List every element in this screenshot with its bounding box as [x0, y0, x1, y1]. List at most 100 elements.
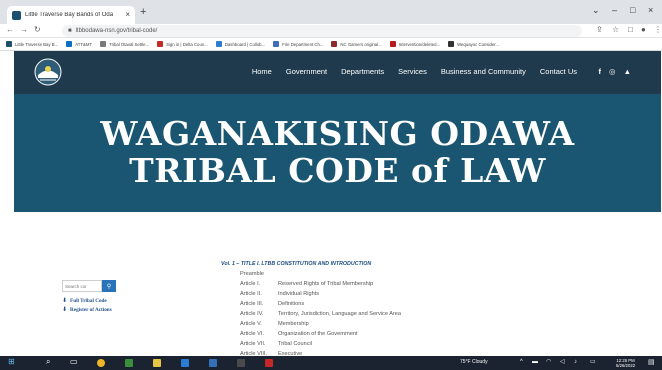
task-view-icon[interactable]: ▭ — [70, 358, 78, 366]
bookmark-favicon-icon — [100, 41, 107, 47]
full-tribal-code-link[interactable]: ⬇ Full Tribal Code — [62, 297, 116, 305]
sidebar: ⚲ ⬇ Full Tribal Code ⬇ Register of Actio… — [62, 280, 116, 313]
bookmark-label: Dashboard | Collob... — [224, 41, 266, 47]
hero-banner: WAGANAKISING ODAWA TRIBAL CODE of LAW — [14, 94, 661, 212]
share-icon[interactable]: ⇪ — [596, 26, 603, 34]
instagram-icon[interactable]: ◎ — [609, 67, 616, 76]
article-number: Article VI. — [240, 331, 264, 337]
article-number: Article V. — [240, 321, 262, 327]
youtube-icon[interactable]: ▲ — [624, 67, 631, 76]
profile-icon[interactable]: ● — [641, 26, 646, 34]
article-item[interactable]: Article VI. Organization of the Governmen… — [240, 331, 401, 337]
bookmark-favicon-icon — [6, 41, 12, 47]
bookmark-star-icon[interactable]: ☆ — [612, 26, 619, 34]
bookmark-favicon-icon — [215, 41, 222, 47]
bookmark-item[interactable]: ATT&MT — [66, 41, 92, 47]
browser-tabstrip: Little Traverse Bay Bands of Oda × + ⌄ –… — [0, 0, 662, 24]
wifi-icon[interactable]: ◠ — [546, 359, 551, 365]
bookmark-label: Wequayoc Consider... — [457, 41, 500, 47]
volume-icon[interactable]: ◁ — [560, 359, 565, 365]
system-clock[interactable]: 12:25 PM 5/26/2022 — [616, 358, 635, 368]
article-item[interactable]: Article I. Reserved Rights of Tribal Memb… — [240, 281, 401, 287]
menu-icon[interactable]: ⋮ — [654, 26, 662, 34]
register-of-actions-link[interactable]: ⬇ Register of Actions — [62, 306, 116, 314]
word-taskbar-icon[interactable] — [181, 359, 189, 367]
bookmark-item[interactable]: Wequayoc Consider... — [448, 41, 499, 47]
article-title: Membership — [278, 321, 309, 327]
app-taskbar-icon[interactable] — [125, 359, 133, 367]
bookmark-item[interactable]: Little Traverse Bay B... — [6, 41, 58, 47]
search-icon[interactable]: ⌕ — [46, 358, 50, 366]
article-title: Definitions — [278, 301, 305, 307]
reload-icon[interactable]: ↻ — [34, 26, 41, 34]
app2-taskbar-icon[interactable] — [237, 359, 245, 367]
maximize-button[interactable]: □ — [630, 6, 635, 15]
bookmark-item[interactable]: Intervention/deleted... — [389, 41, 441, 47]
bookmark-item[interactable]: Fire Department Ch... — [273, 41, 323, 47]
minimize-button[interactable]: – — [612, 6, 617, 15]
menu-item-contact-us[interactable]: Contact Us — [540, 67, 577, 76]
bookmark-item[interactable]: Tribal Otaval Settle... — [100, 41, 149, 47]
search-form: ⚲ — [62, 280, 116, 292]
tribe-logo-icon[interactable] — [34, 58, 62, 86]
forward-icon[interactable]: → — [20, 26, 28, 34]
article-number: Article I. — [240, 281, 261, 287]
network-icon[interactable]: ▬ — [532, 359, 538, 365]
tab-search-icon[interactable]: ⌄ — [592, 6, 600, 15]
file-explorer-icon[interactable] — [153, 359, 161, 367]
browser-tab[interactable]: Little Traverse Bay Bands of Oda × — [7, 6, 135, 24]
close-window-button[interactable]: × — [648, 6, 653, 15]
bookmark-item[interactable]: Sign in | Delta Coun... — [157, 41, 208, 47]
article-number: Article III. — [240, 301, 264, 307]
main-menu: Home Government Departments Services Busines… — [252, 67, 577, 76]
menu-item-home[interactable]: Home — [252, 67, 272, 76]
download-icon: ⬇ — [62, 298, 68, 304]
article-number: Article II. — [240, 291, 262, 297]
back-icon[interactable]: ← — [6, 26, 14, 34]
menu-item-departments[interactable]: Departments — [341, 67, 384, 76]
speaker-icon[interactable]: ♪ — [574, 359, 577, 365]
bookmark-item[interactable]: Dashboard | Collob... — [215, 41, 266, 47]
pdf-taskbar-icon[interactable] — [265, 359, 273, 367]
new-tab-button[interactable]: + — [140, 7, 146, 18]
weather-widget[interactable]: 75°F Cloudy — [460, 359, 488, 365]
facebook-icon[interactable]: f — [599, 67, 602, 76]
volume-title[interactable]: Vol. 1 – TITLE I. LTBB CONSTITUTION AND … — [221, 261, 401, 267]
menu-item-services[interactable]: Services — [398, 67, 427, 76]
menu-item-government[interactable]: Government — [286, 67, 327, 76]
article-item[interactable]: Article IV. Territory, Jurisdiction, Lang… — [240, 311, 401, 317]
bookmark-item[interactable]: NC Gamers original... — [331, 41, 382, 47]
download-icon: ⬇ — [62, 307, 68, 313]
article-item[interactable]: Article III. Definitions — [240, 301, 401, 307]
windows-taskbar: ⊞ ⌕ ▭ 75°F Cloudy ^ ▬ ◠ ◁ ♪ ▭ 12:25 PM 5… — [0, 356, 662, 370]
tab-close-icon[interactable]: × — [125, 11, 130, 19]
article-number: Article IV. — [240, 311, 264, 317]
chrome-taskbar-icon[interactable] — [97, 359, 105, 367]
clock-date: 5/26/2022 — [616, 363, 636, 369]
search-button[interactable]: ⚲ — [102, 280, 116, 292]
article-title: Reserved Rights of Tribal Membership — [278, 281, 374, 287]
keyboard-icon[interactable]: ▭ — [590, 359, 596, 365]
bookmark-favicon-icon — [331, 41, 338, 47]
site-navigation: Home Government Departments Services Busines… — [14, 51, 661, 94]
tray-chevron-icon[interactable]: ^ — [520, 359, 523, 365]
search-input[interactable] — [62, 280, 102, 292]
search-icon: ⚲ — [106, 283, 112, 290]
article-item[interactable]: Article II. Individual Rights — [240, 291, 401, 297]
article-title: Organization of the Government — [278, 331, 358, 337]
bookmark-favicon-icon — [66, 41, 73, 47]
extensions-icon[interactable]: □ — [628, 26, 633, 34]
article-item[interactable]: Article V. Membership — [240, 321, 401, 327]
outlook-taskbar-icon[interactable] — [209, 359, 217, 367]
bookmark-label: Fire Department Ch... — [282, 41, 324, 47]
preamble-link[interactable]: Preamble — [240, 271, 401, 277]
lock-icon: ■ — [68, 28, 72, 34]
address-bar[interactable]: ■ ltbbodawa-nsn.gov/tribal-code/ — [62, 25, 582, 37]
notifications-icon[interactable]: ▤ — [648, 359, 655, 366]
menu-item-business-and-community[interactable]: Business and Community — [441, 67, 526, 76]
bookmark-label: Intervention/deleted... — [398, 41, 441, 47]
article-item[interactable]: Article VII. Tribal Council — [240, 341, 401, 347]
article-title: Territory, Jurisdiction, Language and Se… — [278, 311, 402, 317]
full-tribal-code-label: Full Tribal Code — [70, 297, 107, 304]
windows-start-icon[interactable]: ⊞ — [8, 358, 15, 366]
